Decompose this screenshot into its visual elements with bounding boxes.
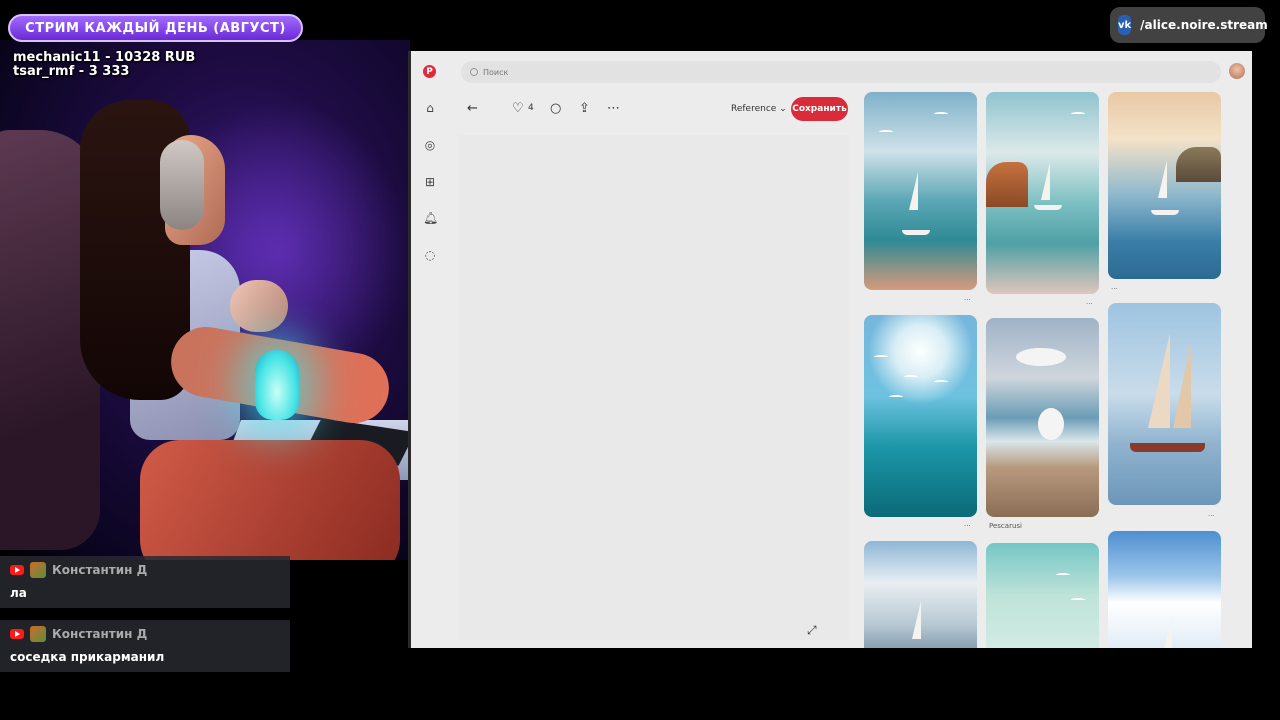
left-navigation: ⌂ ◎ ⊞ 🔔︎ ◌ [411, 91, 447, 306]
seagull [904, 375, 918, 379]
sailboat [912, 601, 921, 639]
seagull [934, 380, 948, 384]
seagull [1016, 348, 1066, 366]
pin-card[interactable] [864, 541, 977, 648]
sailboat [909, 172, 918, 210]
webcam-feed [0, 40, 410, 560]
sailboat-hull [1130, 443, 1205, 452]
pin-card[interactable] [1108, 303, 1221, 505]
pin-card[interactable] [864, 92, 977, 290]
explore-icon[interactable]: ◎ [423, 138, 437, 152]
board-label: Reference [731, 104, 777, 114]
pin-image-area[interactable] [459, 135, 849, 640]
pin-meta[interactable]: ... [1208, 510, 1215, 518]
seagull [874, 355, 888, 359]
pin-card[interactable] [986, 543, 1099, 648]
chat-message: Константин Д ла [0, 556, 290, 608]
microphone [230, 280, 288, 332]
chat-avatar [30, 626, 46, 642]
headphones [160, 140, 204, 230]
save-button[interactable]: Сохранить [791, 97, 848, 121]
pinterest-window: P ⌂ ◎ ⊞ 🔔︎ ◌ ← ♡ 4 ○ ⇪ ⋯ Reference ⌄ Сох… [408, 51, 1252, 648]
sailboat-hull [1151, 210, 1179, 215]
pin-card[interactable] [1108, 531, 1221, 648]
sailboat-sail [1148, 333, 1170, 428]
pin-toolbar: ← ♡ 4 ○ ⇪ ⋯ Reference ⌄ Сохранить [459, 97, 849, 123]
pin-card[interactable] [986, 318, 1099, 517]
sailboat [1158, 160, 1167, 198]
donation-item: mechanic11 - 10328 RUB [13, 50, 196, 65]
bunny-lamp [255, 350, 299, 420]
streamer-legs [140, 440, 400, 560]
more-icon[interactable]: ⋯ [607, 101, 620, 117]
youtube-icon [10, 565, 24, 575]
pin-meta[interactable]: ... [964, 520, 971, 528]
sailboat [1041, 162, 1050, 200]
arrow-left-icon[interactable]: ← [467, 101, 478, 117]
pin-card[interactable] [986, 92, 1099, 294]
search-input[interactable] [483, 67, 783, 77]
chat-message: Константин Д соседка прикарманил [0, 620, 290, 672]
seagull [889, 395, 903, 399]
sailboat-sail [1173, 343, 1191, 428]
board-select[interactable]: Reference ⌄ [731, 104, 787, 114]
donation-item: tsar_rmf - 3 333 [13, 64, 130, 79]
vk-social-badge: vk /alice.noire.stream [1110, 7, 1268, 43]
sailboat-hull [902, 230, 930, 235]
seagull [1038, 408, 1064, 440]
vk-icon: vk [1118, 15, 1132, 35]
home-icon[interactable]: ⌂ [423, 101, 437, 115]
chat-username: Константин Д [52, 627, 148, 641]
profile-avatar[interactable] [1229, 63, 1245, 79]
seagull [934, 112, 948, 116]
heart-icon[interactable]: ♡ [512, 101, 524, 117]
notifications-icon[interactable]: 🔔︎ [423, 211, 438, 225]
seagull [1071, 112, 1085, 116]
pin-meta[interactable]: ... [964, 294, 971, 302]
comment-icon[interactable]: ○ [550, 101, 561, 117]
pin-meta[interactable]: ... [1111, 283, 1118, 291]
donation-list: mechanic11 - 10328 RUB tsar_rmf - 3 333 [13, 51, 195, 79]
seagull [879, 130, 893, 134]
pin-card[interactable] [864, 315, 977, 517]
messages-icon[interactable]: ◌ [423, 248, 437, 262]
pinterest-logo[interactable]: P [423, 65, 436, 78]
pin-meta[interactable]: ... [1086, 298, 1093, 306]
seagull [1071, 598, 1085, 602]
stream-schedule-badge: СТРИМ КАЖДЫЙ ДЕНЬ (АВГУСТ) [8, 14, 303, 42]
search-icon [470, 68, 478, 76]
chat-text: соседка прикарманил [10, 650, 165, 664]
pinterest-topbar: P [411, 51, 1252, 91]
chat-text: ла [10, 586, 27, 600]
vk-handle: /alice.noire.stream [1140, 18, 1268, 32]
stream-frame: СТРИМ КАЖДЫЙ ДЕНЬ (АВГУСТ) mechanic11 - … [0, 0, 1280, 720]
youtube-icon [10, 629, 24, 639]
pin-card[interactable] [1108, 92, 1221, 279]
cliff [1176, 147, 1221, 182]
search-bar[interactable] [461, 61, 1221, 83]
share-icon[interactable]: ⇪ [579, 101, 590, 117]
expand-icon[interactable]: ⤢ [807, 623, 817, 638]
sailboat [1163, 616, 1172, 648]
pin-meta[interactable]: Pescarusi [989, 522, 1022, 530]
create-icon[interactable]: ⊞ [423, 175, 437, 189]
like-count: 4 [528, 103, 534, 113]
sailboat-hull [1034, 205, 1062, 210]
chat-username: Константин Д [52, 563, 148, 577]
seagull [1056, 573, 1070, 577]
cliff [986, 162, 1028, 207]
chat-avatar [30, 562, 46, 578]
